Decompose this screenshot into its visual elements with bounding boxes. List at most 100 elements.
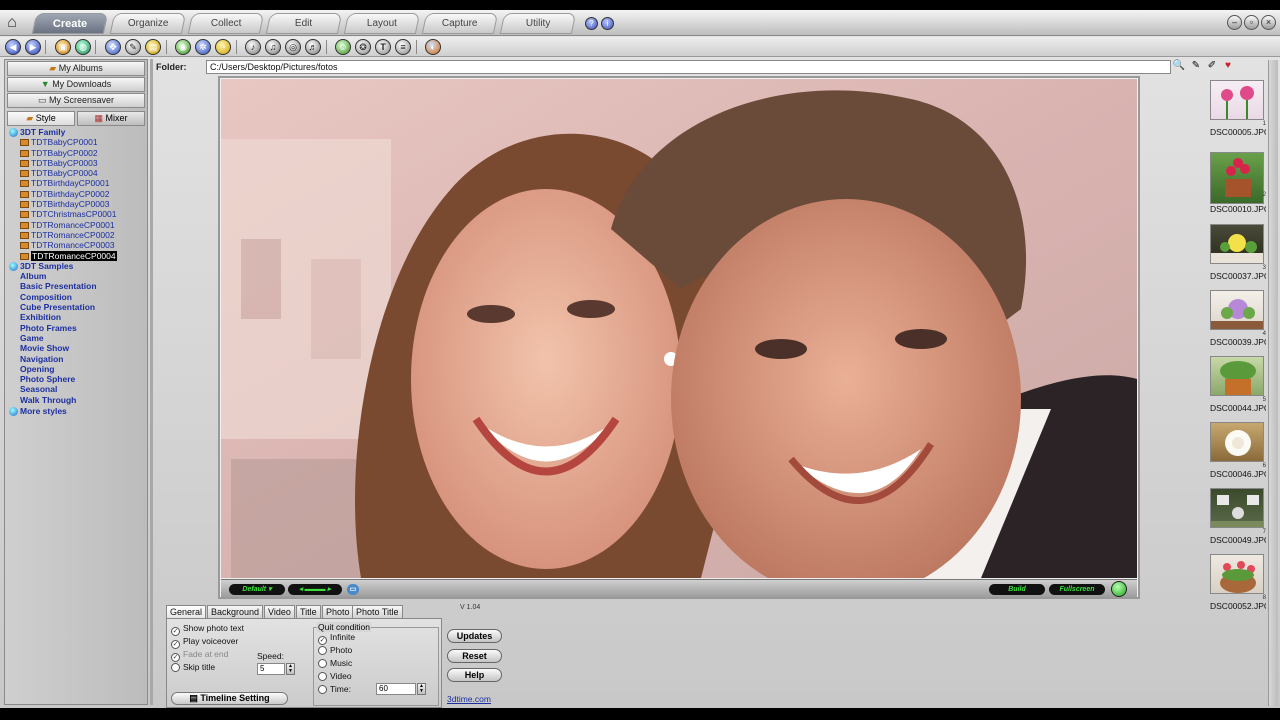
tree-item[interactable]: TDTBabyCP0004 <box>7 168 145 178</box>
tree-category[interactable]: Basic Presentation <box>7 281 145 291</box>
list-icon[interactable]: ≡ <box>395 39 411 55</box>
thumbnail[interactable]: 4 DSC00039.JPG <box>1208 290 1266 354</box>
user-icon[interactable]: ☺ <box>335 39 351 55</box>
camera-icon[interactable]: ◉ <box>175 39 191 55</box>
tab-capture[interactable]: Capture <box>421 13 499 34</box>
text-icon[interactable]: T <box>375 39 391 55</box>
thumbnail[interactable]: 3 DSC00037.JPG <box>1208 224 1266 288</box>
tree-item-selected[interactable]: TDTRomanceCP0004 <box>7 250 145 261</box>
music-add-icon[interactable]: ♫ <box>265 39 281 55</box>
tab-mixer[interactable]: ▦ Mixer <box>77 111 145 126</box>
tree-item[interactable]: TDTBabyCP0003 <box>7 158 145 168</box>
move-icon[interactable]: ✥ <box>105 39 121 55</box>
wrench-icon[interactable]: ✎ <box>125 39 141 55</box>
tree-category[interactable]: Photo Frames <box>7 323 145 333</box>
tab-edit[interactable]: Edit <box>265 13 343 34</box>
tree-category[interactable]: Seasonal <box>7 384 145 394</box>
quit-time-radio[interactable]: Time: <box>318 684 351 694</box>
home-icon[interactable]: ⌂ <box>2 13 22 33</box>
clock-icon[interactable]: ◔ <box>215 39 231 55</box>
tree-item[interactable]: TDTBirthdayCP0001 <box>7 178 145 188</box>
thumbnail[interactable]: 1 DSC00005.JPG <box>1208 80 1266 144</box>
progress-slider[interactable]: ◂ ▬▬▬ ▸ <box>288 584 342 595</box>
tree-item[interactable]: TDTBirthdayCP0003 <box>7 199 145 209</box>
reset-button[interactable]: Reset <box>447 649 502 663</box>
tree-category[interactable]: Walk Through <box>7 395 145 405</box>
album-icon[interactable]: ▣ <box>55 39 71 55</box>
tree-category[interactable]: Game <box>7 333 145 343</box>
globe-icon[interactable]: ◍ <box>75 39 91 55</box>
my-screensaver-button[interactable]: ▭ My Screensaver <box>7 93 145 108</box>
disc-icon[interactable]: ◎ <box>285 39 301 55</box>
time-input[interactable]: 60 <box>376 683 416 695</box>
show-photo-text-checkbox[interactable]: ✓ Show photo text <box>171 623 244 636</box>
speed-input[interactable]: 5 <box>257 663 285 675</box>
tree-category[interactable]: Movie Show <box>7 343 145 353</box>
panel-divider[interactable] <box>150 59 153 705</box>
tree-item[interactable]: TDTRomanceCP0001 <box>7 220 145 230</box>
tree-category[interactable]: Composition <box>7 292 145 302</box>
forward-icon[interactable]: ▶ <box>25 39 41 55</box>
thumbnail[interactable]: 2 DSC00010.JPG <box>1208 146 1266 214</box>
thumbnail[interactable]: 7 DSC00049.JPG <box>1208 488 1266 552</box>
thumbnail[interactable]: 5 DSC00044.JPG <box>1208 356 1266 420</box>
quit-video-radio[interactable]: Video <box>318 671 352 681</box>
tab-background[interactable]: Background <box>207 605 264 618</box>
tree-category[interactable]: Exhibition <box>7 312 145 322</box>
my-downloads-button[interactable]: ▼ My Downloads <box>7 77 145 92</box>
screen-icon[interactable]: ▭ <box>347 584 359 595</box>
tab-title[interactable]: Title <box>296 605 321 618</box>
thumbnail[interactable]: 6 DSC00046.JPG <box>1208 422 1266 486</box>
quit-music-radio[interactable]: Music <box>318 658 352 668</box>
tree-item[interactable]: TDTRomanceCP0002 <box>7 230 145 240</box>
thumbnail-scrollbar[interactable] <box>1268 60 1278 706</box>
quit-photo-radio[interactable]: Photo <box>318 645 352 655</box>
playlist-icon[interactable]: ♬ <box>305 39 321 55</box>
play-voiceover-checkbox[interactable]: ✓ Play voiceover <box>171 636 238 649</box>
tree-category[interactable]: Photo Sphere <box>7 374 145 384</box>
thumbnail[interactable]: 8 DSC00052.JPG <box>1208 554 1266 618</box>
folder-path-input[interactable]: C:/Users/Desktop/Pictures/fotos <box>206 60 1171 74</box>
skip-title-checkbox[interactable]: Skip title <box>171 662 215 672</box>
back-icon[interactable]: ◀ <box>5 39 21 55</box>
website-link[interactable]: 3dtime.com <box>447 694 491 704</box>
preview-photo[interactable] <box>221 79 1137 578</box>
photo-icon[interactable]: ▤ <box>145 39 161 55</box>
tab-create[interactable]: Create <box>31 13 109 34</box>
tab-photo-title[interactable]: Photo Title <box>352 605 403 618</box>
play-indicator-icon[interactable] <box>1111 581 1127 597</box>
speed-stepper[interactable]: ▲ ▼ <box>286 663 295 675</box>
tree-category[interactable]: Cube Presentation <box>7 302 145 312</box>
tree-item[interactable]: TDTRomanceCP0003 <box>7 240 145 250</box>
tab-photo[interactable]: Photo <box>322 605 354 618</box>
quit-infinite-radio[interactable]: ✓ Infinite <box>318 632 355 645</box>
help-button[interactable]: Help <box>447 668 502 682</box>
tree-group-3dt-family[interactable]: 3DT Family <box>7 127 145 137</box>
minimize-icon[interactable]: – <box>1227 15 1242 30</box>
close-icon[interactable]: × <box>1261 15 1276 30</box>
default-dropdown[interactable]: Default ▾ <box>229 584 285 595</box>
help-icon[interactable]: ? <box>585 17 598 30</box>
effects-icon[interactable]: ❂ <box>355 39 371 55</box>
time-stepper[interactable]: ▲ ▼ <box>417 683 426 695</box>
tab-style[interactable]: ▰ Style <box>7 111 75 126</box>
settings-icon[interactable]: ✲ <box>195 39 211 55</box>
tab-layout[interactable]: Layout <box>343 13 421 34</box>
tree-category[interactable]: Album <box>7 271 145 281</box>
tab-collect[interactable]: Collect <box>187 13 265 34</box>
fade-at-end-checkbox[interactable]: ✓ Fade at end <box>171 649 228 662</box>
info-icon[interactable]: i <box>601 17 614 30</box>
tree-category[interactable]: Opening <box>7 364 145 374</box>
my-albums-button[interactable]: ▰ My Albums <box>7 61 145 76</box>
more-styles-link[interactable]: More styles <box>7 406 145 417</box>
music-icon[interactable]: ♪ <box>245 39 261 55</box>
tree-item[interactable]: TDTBabyCP0002 <box>7 148 145 158</box>
paint-icon[interactable]: ✐ <box>1205 59 1219 73</box>
edit-icon[interactable]: ✎ <box>1189 59 1203 73</box>
favorite-icon[interactable]: ♥ <box>1221 59 1235 73</box>
tree-group-3dt-samples[interactable]: 3DT Samples <box>7 261 145 271</box>
fullscreen-button[interactable]: Fullscreen <box>1049 584 1105 595</box>
tree-category[interactable]: Navigation <box>7 354 145 364</box>
timeline-setting-button[interactable]: ▤ Timeline Setting <box>171 692 288 705</box>
web-icon[interactable]: ◐ <box>425 39 441 55</box>
